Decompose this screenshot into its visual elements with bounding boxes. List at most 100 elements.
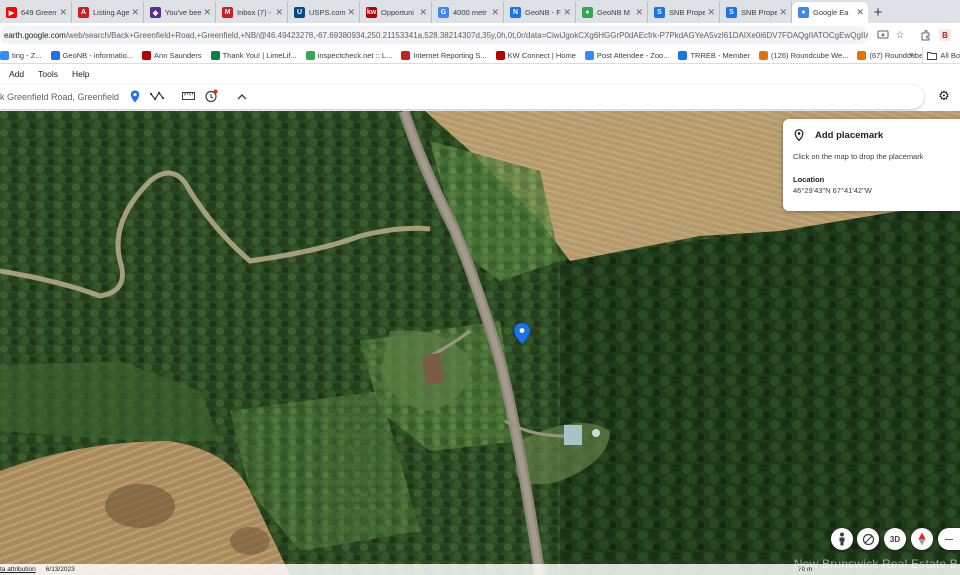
- listing-watermark: New Brunswick Real Estate B: [793, 557, 958, 571]
- bookmark-item[interactable]: Post Attendee - Zoo...: [584, 50, 670, 60]
- earth-search-input[interactable]: k Greenfield Road, Greenfield: [0, 92, 122, 102]
- panel-header: Add placemark: [793, 129, 950, 141]
- earth-toolbar: k Greenfield Road, Greenfield ⚙: [0, 83, 960, 111]
- close-tab-icon[interactable]: ✕: [203, 7, 211, 18]
- url-host: earth.google.com: [4, 30, 66, 40]
- extensions-icon[interactable]: [918, 28, 932, 42]
- tilt-icon[interactable]: [857, 528, 879, 550]
- zoom-out-button[interactable]: —: [938, 528, 960, 550]
- all-bookmarks-button[interactable]: All Bo: [922, 47, 960, 63]
- bookmark-label: TRREB - Member: [690, 50, 751, 60]
- browser-tab[interactable]: N GeoNB - F ✕: [504, 2, 576, 23]
- bookmark-favicon-icon: [50, 50, 60, 60]
- bookmark-item[interactable]: GeoNB - informatio...: [50, 50, 134, 60]
- bookmark-label: KW Connect | Home: [507, 50, 576, 60]
- close-tab-icon[interactable]: ✕: [779, 7, 787, 18]
- browser-tab[interactable]: M Inbox (7) - ✕: [216, 2, 288, 23]
- view-3d-button[interactable]: 3D: [884, 528, 906, 550]
- install-app-icon[interactable]: [876, 28, 890, 42]
- browser-tab[interactable]: U USPS.com ✕: [288, 2, 360, 23]
- bookmark-label: Post Attendee - Zoo...: [596, 50, 670, 60]
- browser-tab[interactable]: ◆ You've bee ✕: [144, 2, 216, 23]
- bookmark-label: Internet Reporting S...: [413, 50, 487, 60]
- bookmark-item[interactable]: Thank You! | LimeLif...: [210, 50, 297, 60]
- browser-tab[interactable]: ● GeoNB M ✕: [576, 2, 648, 23]
- close-tab-icon[interactable]: ✕: [347, 7, 355, 18]
- bookmark-star-icon[interactable]: ☆: [893, 28, 907, 42]
- close-tab-icon[interactable]: ✕: [856, 7, 864, 18]
- mail-icon: M: [222, 7, 233, 18]
- browser-tab[interactable]: G 4000 metr ✕: [432, 2, 504, 23]
- browser-tab[interactable]: ▶ 649 Greenfi ✕: [0, 2, 72, 23]
- close-tab-icon[interactable]: ✕: [59, 7, 67, 18]
- close-tab-icon[interactable]: ✕: [491, 7, 499, 18]
- bookmark-item[interactable]: TRREB - Member: [678, 50, 751, 60]
- snb-icon: S: [654, 7, 665, 18]
- imagery-date: 6/13/2023: [45, 566, 75, 573]
- menu-tools[interactable]: Tools: [38, 69, 58, 79]
- bookmark-label: ting - Z...: [12, 50, 42, 60]
- close-tab-icon[interactable]: ✕: [131, 7, 139, 18]
- folder-icon: [927, 51, 938, 60]
- bookmark-item[interactable]: (126) Roundcube We...: [759, 50, 849, 60]
- bookmark-item[interactable]: Internet Reporting S...: [401, 50, 487, 60]
- google-icon: G: [438, 7, 449, 18]
- close-tab-icon[interactable]: ✕: [635, 7, 643, 18]
- bookmark-favicon-icon: [305, 50, 315, 60]
- placemark-icon[interactable]: [128, 89, 142, 103]
- location-value: 46°29'43"N 67°41'42"W: [793, 186, 872, 195]
- compass-icon[interactable]: [911, 528, 933, 550]
- usps-icon: U: [294, 7, 305, 18]
- bookmark-item[interactable]: KW Connect | Home: [495, 50, 576, 60]
- close-tab-icon[interactable]: ✕: [707, 7, 715, 18]
- bookmark-favicon-icon: [142, 50, 152, 60]
- tab-title: USPS.com: [309, 8, 346, 17]
- tab-title: You've bee: [165, 8, 202, 17]
- tab-title: SNB Prope: [669, 8, 706, 17]
- browser-tab[interactable]: kw Opportuni ✕: [360, 2, 432, 23]
- bookmark-favicon-icon: [584, 50, 594, 60]
- pegman-icon[interactable]: [831, 528, 853, 550]
- youtube-icon: ▶: [6, 7, 17, 18]
- bookmark-item[interactable]: Ann Saunders: [142, 50, 202, 60]
- bookmark-label: (126) Roundcube We...: [771, 50, 849, 60]
- bookmarks-bar: ting - Z... GeoNB - informatio... Ann Saun…: [0, 47, 960, 64]
- bookmark-label: Ann Saunders: [154, 50, 202, 60]
- url-path: /web/search/Back+Greenfield+Road,+Greenf…: [65, 30, 868, 40]
- profile-icon[interactable]: B: [938, 28, 952, 42]
- measure-icon[interactable]: [181, 89, 195, 103]
- bookmarks-overflow-button[interactable]: »: [909, 49, 914, 59]
- close-tab-icon[interactable]: ✕: [275, 7, 283, 18]
- shield-icon: ◆: [150, 7, 161, 18]
- tab-title: Inbox (7) -: [237, 8, 272, 17]
- settings-gear-icon[interactable]: ⚙: [936, 88, 952, 104]
- bookmark-favicon-icon: [495, 50, 505, 60]
- address-bar[interactable]: earth.google.com/web/search/Back+Greenfi…: [0, 26, 868, 44]
- collapse-toolbar-icon[interactable]: [235, 89, 249, 103]
- draw-path-icon[interactable]: [150, 89, 164, 103]
- new-tab-button[interactable]: +: [868, 2, 888, 23]
- tab-title: SNB Prope: [741, 8, 778, 17]
- address-row: earth.google.com/web/search/Back+Greenfi…: [0, 23, 960, 47]
- earth-menu-bar: Add Tools Help: [0, 65, 960, 83]
- geonb-icon: N: [510, 7, 521, 18]
- bookmark-favicon-icon: [759, 50, 769, 60]
- browser-tab[interactable]: ● Google Ea ✕: [792, 2, 868, 23]
- historical-imagery-icon[interactable]: [204, 89, 218, 103]
- bookmark-label: GeoNB - informatio...: [62, 50, 134, 60]
- tab-title: Google Ea: [813, 8, 849, 17]
- menu-add[interactable]: Add: [9, 69, 24, 79]
- location-pin-icon: [794, 129, 804, 141]
- add-placemark-panel: Add placemark Click on the map to drop t…: [783, 119, 960, 211]
- browser-tab[interactable]: S SNB Prope ✕: [648, 2, 720, 23]
- bookmark-favicon-icon: [678, 50, 688, 60]
- bookmark-item[interactable]: ting - Z...: [0, 50, 42, 60]
- close-tab-icon[interactable]: ✕: [563, 7, 571, 18]
- data-attribution-link[interactable]: ta attribution: [0, 566, 36, 573]
- browser-tab[interactable]: A Listing Age ✕: [72, 2, 144, 23]
- close-tab-icon[interactable]: ✕: [419, 7, 427, 18]
- browser-tab[interactable]: S SNB Prope ✕: [720, 2, 792, 23]
- menu-help[interactable]: Help: [72, 69, 89, 79]
- panel-hint: Click on the map to drop the placemark: [793, 152, 924, 161]
- bookmark-item[interactable]: inspectcheck.net :: L...: [305, 50, 392, 60]
